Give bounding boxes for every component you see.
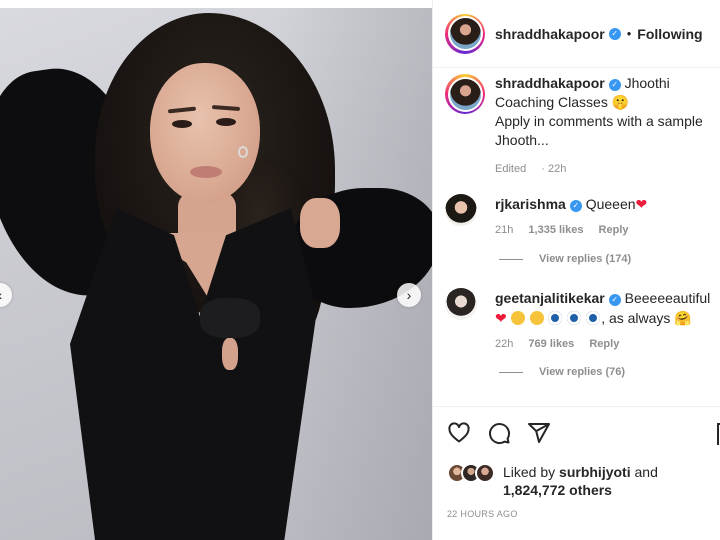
post-caption: shraddhakapoor ✓ Jhoothi Coaching Classes… [445, 74, 720, 179]
verified-badge-icon: ✓ [608, 294, 621, 306]
likes-summary: Liked by surbhijyoti and 1,824,772 other… [447, 463, 658, 499]
caption-line2: Apply in comments with a sample Jhooth..… [495, 113, 703, 148]
caption-emoji: 🤫 [611, 94, 630, 110]
comment-time[interactable]: 22h [495, 338, 513, 350]
red-heart-emoji-icon: ❤ [495, 310, 507, 326]
post-timestamp[interactable]: 22 HOURS AGO [447, 509, 518, 519]
star-eyes-emoji-icon [510, 311, 525, 325]
comment-emoji: ❤ [635, 196, 648, 212]
comment-text: Beeeeeautiful [624, 290, 711, 306]
author-avatar[interactable] [445, 13, 485, 54]
comment-icon[interactable] [487, 421, 511, 445]
view-replies-button[interactable]: View replies (76) [499, 366, 625, 378]
divider [499, 371, 523, 373]
photo-face [150, 63, 260, 203]
post-actions: Liked by surbhijyoti and 1,824,772 other… [433, 406, 720, 540]
nazar-amulet-emoji-icon [548, 311, 563, 325]
caption-edited: Edited [495, 163, 527, 175]
comment: rjkarishma ✓ Queeen❤ 21h 1,335 likes Repl… [445, 194, 720, 240]
reply-button[interactable]: Reply [589, 338, 619, 350]
view-replies-button[interactable]: View replies (174) [499, 253, 631, 265]
post-header: shraddhakapoor ✓ • Following [433, 0, 720, 68]
liked-by-user[interactable]: surbhijyoti [559, 464, 631, 480]
reply-button[interactable]: Reply [599, 224, 629, 236]
commenter-avatar[interactable] [445, 194, 477, 226]
author-username[interactable]: shraddhakapoor [495, 26, 605, 42]
star-eyes-emoji-icon [529, 311, 544, 325]
comment: geetanjalitikekar ✓ Beeeeeautiful ❤ , as … [445, 288, 720, 354]
commenter-avatar[interactable] [445, 288, 477, 320]
avatar [475, 463, 495, 483]
photo-eye [216, 118, 236, 126]
comment-username[interactable]: rjkarishma [495, 196, 566, 212]
comment-tail: , as always [601, 310, 671, 326]
photo-shoulder [300, 198, 340, 248]
next-photo-button[interactable]: › [397, 283, 421, 307]
divider [499, 258, 523, 260]
photo-bow [200, 298, 260, 338]
liker-avatars[interactable] [447, 463, 495, 483]
comment-text: Queeen [585, 196, 636, 212]
liked-by-prefix: Liked by [503, 464, 556, 480]
post-side-panel: shraddhakapoor ✓ • Following shraddhakap… [432, 0, 720, 540]
view-replies-label: View replies (174) [539, 253, 632, 265]
comment-likes[interactable]: 769 likes [528, 338, 574, 350]
photo-earring [238, 146, 248, 158]
verified-badge-icon: ✓ [608, 79, 621, 91]
liked-by-joiner: and [634, 464, 658, 480]
comment-likes[interactable]: 1,335 likes [528, 224, 583, 236]
comment-username[interactable]: geetanjalitikekar [495, 290, 605, 306]
avatar-image [449, 18, 481, 49]
caption-avatar[interactable] [445, 74, 485, 114]
nazar-amulet-emoji-icon [567, 311, 582, 325]
caption-time: 22h [547, 163, 567, 175]
caption-username[interactable]: shraddhakapoor [495, 75, 605, 91]
photo-lips [190, 166, 222, 178]
nazar-amulet-emoji-icon [586, 311, 601, 325]
comment-time[interactable]: 21h [495, 224, 513, 236]
photo-cutout [222, 338, 238, 370]
following-button[interactable]: Following [637, 26, 702, 42]
comment-tail-emoji: 🤗 [674, 310, 692, 326]
separator-dot: • [626, 26, 632, 41]
chevron-right-icon: › [406, 287, 412, 303]
verified-badge-icon: ✓ [608, 27, 621, 40]
view-replies-label: View replies (76) [539, 366, 626, 378]
heart-icon[interactable] [447, 421, 471, 445]
post-photo-area: ‹ › [0, 0, 432, 540]
likes-count[interactable]: 1,824,772 others [503, 482, 612, 498]
post-image[interactable] [0, 8, 432, 540]
avatar-image [449, 78, 481, 110]
share-icon[interactable] [527, 421, 551, 445]
verified-badge-icon: ✓ [569, 200, 582, 212]
photo-eye [172, 120, 192, 128]
chevron-left-icon: ‹ [0, 287, 2, 303]
